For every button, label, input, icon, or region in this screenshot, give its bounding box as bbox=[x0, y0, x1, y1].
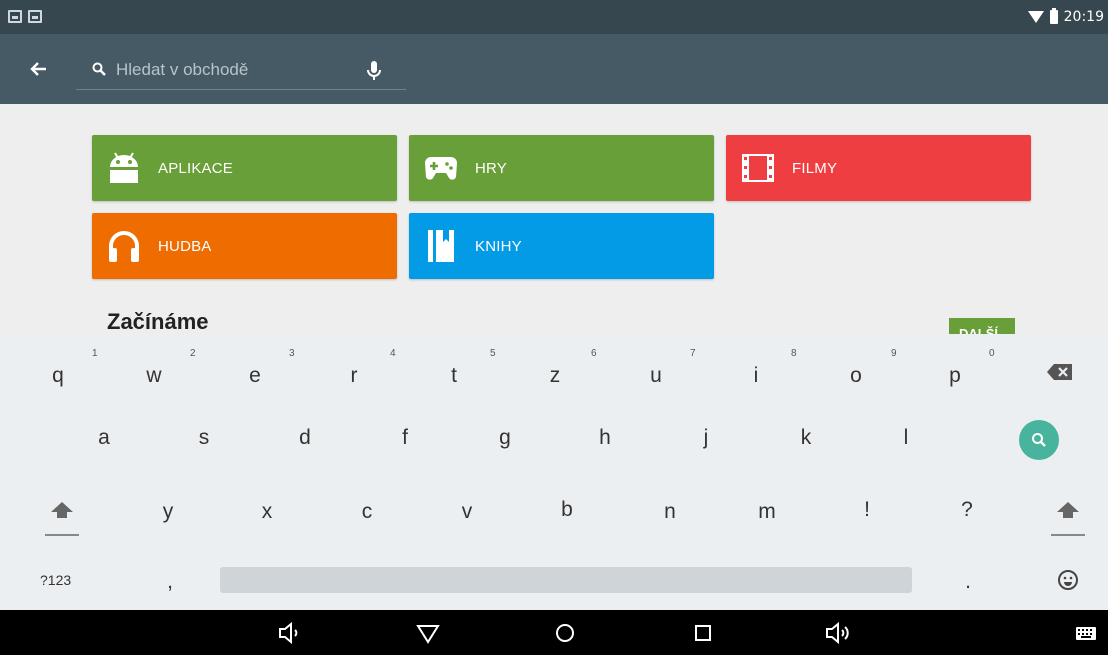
key-c[interactable]: c bbox=[349, 500, 385, 540]
category-apps[interactable]: APLIKACE bbox=[92, 135, 397, 201]
home-circle-icon[interactable] bbox=[552, 620, 578, 646]
status-time: 20:19 bbox=[1063, 9, 1104, 25]
key-i[interactable]: i 8 bbox=[738, 348, 797, 396]
key-n[interactable]: n bbox=[652, 500, 688, 540]
wifi-icon bbox=[1027, 11, 1044, 23]
store-content: APLIKACE HRY FILMY HUDBA KNIHY Začínáme … bbox=[0, 104, 1108, 344]
key-p[interactable]: p 0 bbox=[937, 348, 994, 396]
category-label: HRY bbox=[475, 159, 507, 177]
section-title: Začínáme bbox=[107, 309, 209, 334]
key-z[interactable]: z 6 bbox=[537, 348, 597, 396]
volume-down-icon[interactable] bbox=[277, 620, 303, 646]
key-question[interactable]: ? bbox=[949, 498, 985, 538]
key-m[interactable]: m bbox=[749, 500, 785, 540]
key-f[interactable]: f bbox=[387, 426, 423, 466]
key-exclamation[interactable]: ! bbox=[849, 498, 885, 538]
keyboard-search-button[interactable] bbox=[1019, 420, 1059, 460]
shift-key-right[interactable] bbox=[1048, 498, 1088, 542]
backspace-icon[interactable] bbox=[1045, 361, 1075, 383]
recents-square-icon[interactable] bbox=[690, 620, 716, 646]
shift-icon bbox=[45, 502, 79, 536]
key-j[interactable]: j bbox=[688, 426, 724, 466]
image-notification-icon bbox=[8, 10, 22, 23]
category-label: FILMY bbox=[792, 159, 838, 177]
mic-icon[interactable] bbox=[364, 59, 384, 83]
category-games[interactable]: HRY bbox=[409, 135, 714, 201]
search-input[interactable] bbox=[116, 56, 356, 84]
navigation-bar bbox=[0, 610, 1108, 655]
headphones-icon bbox=[105, 227, 143, 265]
book-icon bbox=[422, 227, 460, 265]
key-r[interactable]: r 4 bbox=[336, 348, 396, 396]
key-v[interactable]: v bbox=[449, 500, 485, 540]
key-comma[interactable]: , bbox=[152, 570, 188, 600]
back-triangle-icon[interactable] bbox=[415, 620, 441, 646]
shift-key[interactable] bbox=[42, 498, 82, 542]
android-icon bbox=[105, 149, 143, 187]
app-bar bbox=[0, 34, 1108, 104]
emoji-icon[interactable] bbox=[1057, 569, 1079, 591]
keyboard-icon[interactable] bbox=[1075, 624, 1097, 642]
key-k[interactable]: k bbox=[788, 426, 824, 466]
status-bar: 20:19 bbox=[0, 0, 1108, 34]
key-s[interactable]: s bbox=[186, 426, 222, 466]
category-label: HUDBA bbox=[158, 237, 212, 255]
key-u[interactable]: u 7 bbox=[638, 348, 695, 396]
on-screen-keyboard: q 1 w 2 e 3 r 4 t 5 z 6 u 7 i 8 o 9 p 0 … bbox=[0, 334, 1108, 610]
search-icon bbox=[92, 62, 106, 76]
volume-up-icon[interactable] bbox=[826, 620, 852, 646]
gamepad-icon bbox=[422, 149, 460, 187]
key-e[interactable]: e 3 bbox=[237, 348, 294, 396]
key-t[interactable]: t 5 bbox=[436, 348, 495, 396]
search-icon bbox=[1032, 433, 1046, 447]
category-label: KNIHY bbox=[475, 237, 522, 255]
key-b[interactable]: b bbox=[549, 498, 585, 538]
category-movies[interactable]: FILMY bbox=[726, 135, 1031, 201]
key-g[interactable]: g bbox=[487, 426, 523, 466]
battery-icon bbox=[1049, 8, 1058, 24]
key-l[interactable]: l bbox=[888, 426, 924, 466]
key-y[interactable]: y bbox=[150, 500, 186, 540]
spacebar[interactable] bbox=[220, 567, 912, 593]
key-a[interactable]: a bbox=[86, 426, 122, 466]
category-music[interactable]: HUDBA bbox=[92, 213, 397, 279]
key-q[interactable]: q 1 bbox=[40, 348, 97, 396]
key-o[interactable]: o 9 bbox=[838, 348, 896, 396]
gmail-notification-icon bbox=[28, 10, 42, 23]
key-d[interactable]: d bbox=[287, 426, 323, 466]
category-label: APLIKACE bbox=[158, 159, 233, 177]
category-books[interactable]: KNIHY bbox=[409, 213, 714, 279]
shift-icon bbox=[1051, 502, 1085, 536]
key-period[interactable]: . bbox=[950, 570, 986, 600]
search-box[interactable] bbox=[76, 50, 406, 90]
symbols-key[interactable]: ?123 bbox=[40, 572, 71, 588]
film-icon bbox=[739, 149, 777, 187]
key-w[interactable]: w 2 bbox=[136, 348, 195, 396]
key-h[interactable]: h bbox=[587, 426, 623, 466]
arrow-back-icon[interactable] bbox=[26, 56, 52, 82]
key-x[interactable]: x bbox=[249, 500, 285, 540]
